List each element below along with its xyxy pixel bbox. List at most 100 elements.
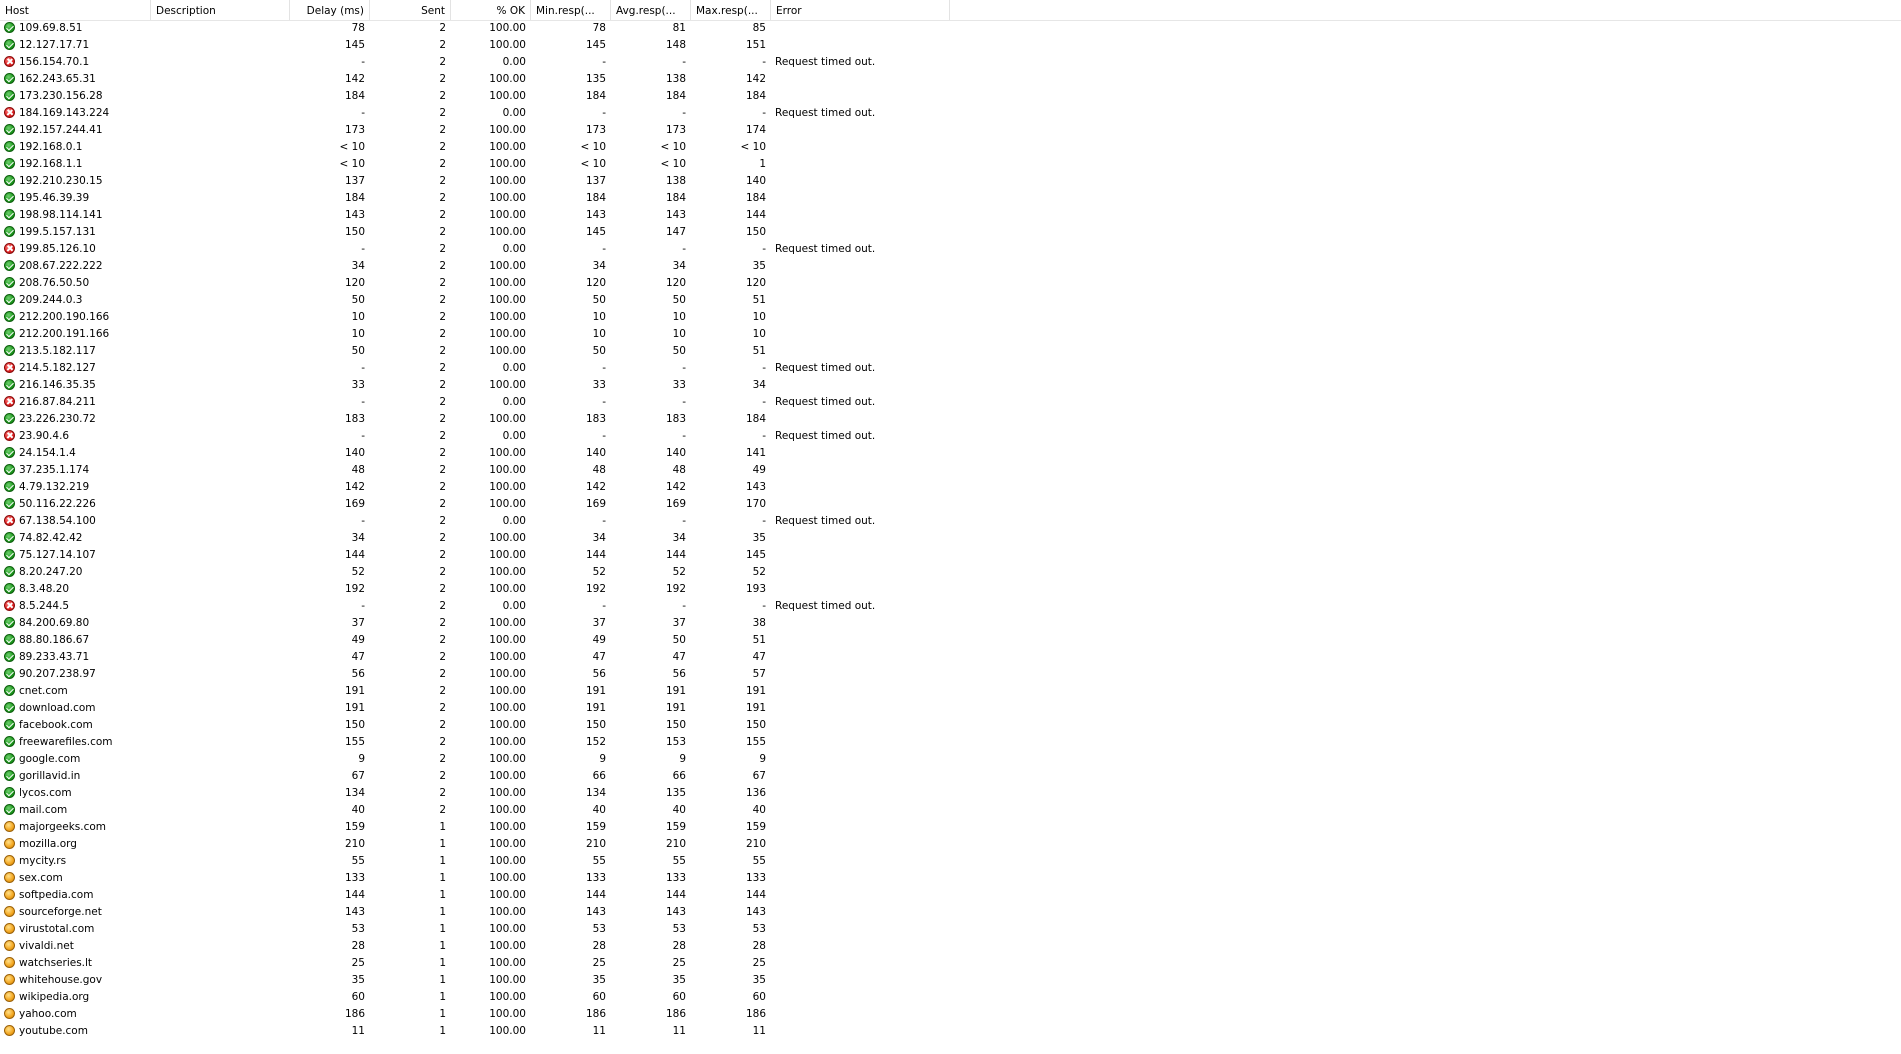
cell-sent: 2 [439,651,446,663]
table-row[interactable]: 24.154.1.4 140 2 100.00 140 140 141 [0,445,1901,462]
cell-host: mycity.rs [0,853,151,870]
cell-max: 184 [745,90,766,102]
table-row[interactable]: 212.200.190.166 10 2 100.00 10 10 10 [0,309,1901,326]
cell-host: wikipedia.org [0,989,151,1006]
cell-error [771,581,950,598]
table-row[interactable]: sex.com 133 1 100.00 133 133 133 [0,870,1901,887]
orange-dot-icon [4,956,15,968]
table-row[interactable]: google.com 9 2 100.00 9 9 9 [0,751,1901,768]
cell-error [771,921,950,938]
table-row[interactable]: 192.168.1.1 < 10 2 100.00 < 10 < 10 1 [0,156,1901,173]
table-row[interactable]: download.com 191 2 100.00 191 191 191 [0,700,1901,717]
column-header-min[interactable]: Min.resp(... [531,0,611,20]
cell-avg: 35 [672,974,686,986]
table-row[interactable]: 216.87.84.211-2 0.00- - - Request timed out. [0,394,1901,411]
table-row[interactable]: gorillavid.in 67 2 100.00 66 66 67 [0,768,1901,785]
cell-avg: - [682,243,686,255]
table-row[interactable]: 84.200.69.80 37 2 100.00 37 37 38 [0,615,1901,632]
table-row[interactable]: 199.85.126.10-2 0.00- - - Request timed out. [0,241,1901,258]
table-row[interactable]: 208.67.222.222 34 2 100.00 34 34 35 [0,258,1901,275]
table-row[interactable]: 184.169.143.224-2 0.00- - - Request timed ou… [0,105,1901,122]
column-header-sent[interactable]: Sent [370,0,451,20]
cell-delay: 40 [351,804,365,816]
table-row[interactable]: 156.154.70.1-2 0.00- - - Request timed out. [0,54,1901,71]
table-row[interactable]: vivaldi.net 28 1 100.00 28 28 28 [0,938,1901,955]
table-row[interactable]: mail.com 40 2 100.00 40 40 40 [0,802,1901,819]
table-row[interactable]: wikipedia.org 60 1 100.00 60 60 60 [0,989,1901,1006]
host-name: gorillavid.in [19,770,81,782]
table-row[interactable]: 192.168.0.1 < 10 2 100.00 < 10 < 10 < 10 [0,139,1901,156]
column-header-description[interactable]: Description [151,0,290,20]
cell-max: 191 [745,702,766,714]
cell-avg: 47 [672,651,686,663]
red-x-icon [4,242,15,254]
table-row[interactable]: 199.5.157.131 150 2 100.00 145 147 150 [0,224,1901,241]
table-row[interactable]: 216.146.35.35 33 2 100.00 33 33 34 [0,377,1901,394]
table-row[interactable]: 89.233.43.71 47 2 100.00 47 47 47 [0,649,1901,666]
table-row[interactable]: whitehouse.gov 35 1 100.00 35 35 35 [0,972,1901,989]
table-row[interactable]: 192.157.244.41 173 2 100.00 173 173 174 [0,122,1901,139]
column-header-delay[interactable]: Delay (ms) [290,0,370,20]
table-row[interactable]: 109.69.8.51 78 2 100.00 78 81 85 [0,20,1901,37]
table-row[interactable]: facebook.com 150 2 100.00 150 150 150 [0,717,1901,734]
cell-min: 144 [585,549,606,561]
table-row[interactable]: 4.79.132.219 142 2 100.00 142 142 143 [0,479,1901,496]
table-row[interactable]: yahoo.com 186 1 100.00 186 186 186 [0,1006,1901,1023]
table-row[interactable]: 75.127.14.107 144 2 100.00 144 144 145 [0,547,1901,564]
table-row[interactable]: 50.116.22.226 169 2 100.00 169 169 170 [0,496,1901,513]
table-row[interactable]: 208.76.50.50 120 2 100.00 120 120 120 [0,275,1901,292]
table-row[interactable]: 8.5.244.5-2 0.00- - - Request timed out. [0,598,1901,615]
cell-sent: 2 [439,311,446,323]
cell-min: - [602,515,606,527]
table-row[interactable]: 198.98.114.141 143 2 100.00 143 143 144 [0,207,1901,224]
table-row[interactable]: 23.226.230.72 183 2 100.00 183 183 184 [0,411,1901,428]
column-header-avg[interactable]: Avg.resp(... [611,0,691,20]
table-row[interactable]: virustotal.com 53 1 100.00 53 53 53 [0,921,1901,938]
table-row[interactable]: mycity.rs 55 1 100.00 55 55 55 [0,853,1901,870]
table-row[interactable]: 23.90.4.6-2 0.00- - - Request timed out. [0,428,1901,445]
table-row[interactable]: 67.138.54.100-2 0.00- - - Request timed out. [0,513,1901,530]
table-row[interactable]: 173.230.156.28 184 2 100.00 184 184 184 [0,88,1901,105]
cell-pct-ok: 0.00 [502,362,526,374]
table-row[interactable]: mozilla.org 210 1 100.00 210 210 210 [0,836,1901,853]
column-header-max[interactable]: Max.resp(... [691,0,771,20]
column-header-host[interactable]: Host [0,0,151,20]
table-row[interactable]: 195.46.39.39 184 2 100.00 184 184 184 [0,190,1901,207]
cell-error: Request timed out. [775,396,876,408]
table-row[interactable]: majorgeeks.com 159 1 100.00 159 159 159 [0,819,1901,836]
cell-sent: 1 [439,906,446,918]
table-row[interactable]: 74.82.42.42 34 2 100.00 34 34 35 [0,530,1901,547]
cell-avg: 56 [672,668,686,680]
table-row[interactable]: 12.127.17.71 145 2 100.00 145 148 151 [0,37,1901,54]
cell-delay: 186 [344,1008,365,1020]
cell-max: 60 [752,991,766,1003]
table-row[interactable]: youtube.com 11 1 100.00 11 11 11 [0,1023,1901,1040]
cell-delay: < 10 [339,141,366,153]
table-row[interactable]: cnet.com 191 2 100.00 191 191 191 [0,683,1901,700]
cell-error [771,71,950,88]
host-name: 212.200.191.166 [19,328,110,340]
cell-pct-ok: 100.00 [489,855,526,867]
column-header-error[interactable]: Error [771,0,950,20]
table-row[interactable]: watchseries.lt 25 1 100.00 25 25 25 [0,955,1901,972]
table-row[interactable]: 213.5.182.117 50 2 100.00 50 50 51 [0,343,1901,360]
cell-avg: < 10 [660,158,687,170]
table-row[interactable]: 8.20.247.20 52 2 100.00 52 52 52 [0,564,1901,581]
table-row[interactable]: 209.244.0.3 50 2 100.00 50 50 51 [0,292,1901,309]
table-row[interactable]: 162.243.65.31 142 2 100.00 135 138 142 [0,71,1901,88]
table-row[interactable]: 90.207.238.97 56 2 100.00 56 56 57 [0,666,1901,683]
table-row[interactable]: lycos.com 134 2 100.00 134 135 136 [0,785,1901,802]
column-header-pct-ok[interactable]: % OK [451,0,531,20]
table-row[interactable]: 37.235.1.174 48 2 100.00 48 48 49 [0,462,1901,479]
table-row[interactable]: softpedia.com 144 1 100.00 144 144 144 [0,887,1901,904]
cell-delay: 28 [351,940,365,952]
table-row[interactable]: sourceforge.net 143 1 100.00 143 143 143 [0,904,1901,921]
table-row[interactable]: 8.3.48.20 192 2 100.00 192 192 193 [0,581,1901,598]
table-row[interactable]: 88.80.186.67 49 2 100.00 49 50 51 [0,632,1901,649]
table-row[interactable]: 212.200.191.166 10 2 100.00 10 10 10 [0,326,1901,343]
table-row[interactable]: 214.5.182.127-2 0.00- - - Request timed out. [0,360,1901,377]
cell-pct-ok: 100.00 [489,345,526,357]
table-row[interactable]: 192.210.230.15 137 2 100.00 137 138 140 [0,173,1901,190]
red-x-icon [4,514,15,526]
table-row[interactable]: freewarefiles.com 155 2 100.00 152 153 155 [0,734,1901,751]
